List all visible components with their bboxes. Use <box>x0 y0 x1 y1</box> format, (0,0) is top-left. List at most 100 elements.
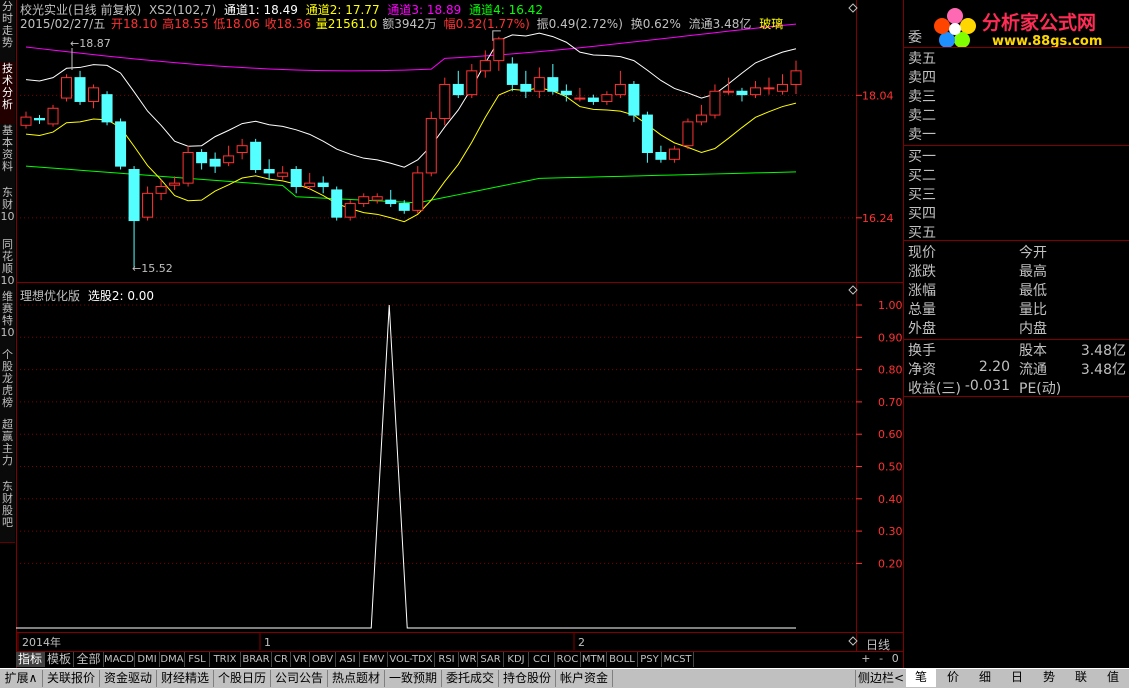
indicator-tab-vr[interactable]: VR <box>291 652 310 667</box>
function-button-7[interactable]: 一致预期 <box>385 670 442 687</box>
left-tab-7[interactable]: 超赢主力 <box>0 418 15 481</box>
indicator-tab-cci[interactable]: CCI <box>529 652 555 667</box>
right-tab-3[interactable]: 日 <box>1002 668 1032 687</box>
scroll-diamond-icon[interactable] <box>848 3 858 13</box>
candle[interactable] <box>236 138 248 160</box>
candle[interactable] <box>709 84 721 119</box>
candle[interactable] <box>682 118 694 150</box>
indicator-tab-rsi[interactable]: RSI <box>435 652 459 667</box>
indicator-tab-emv[interactable]: EMV <box>360 652 388 667</box>
function-button-4[interactable]: 个股日历 <box>214 670 271 687</box>
left-tab-4[interactable]: 同花顺10 <box>0 238 15 291</box>
period-label[interactable]: 日线 <box>866 636 890 653</box>
kline-chart[interactable]: 18.04 16.24 ←18.87 ←15.52 1.00 0.90 0.80 0.70 0.… <box>16 0 903 652</box>
candle[interactable] <box>169 176 181 190</box>
right-tab-0[interactable]: 笔 <box>906 668 936 687</box>
left-tab-1[interactable]: 技术分析 <box>0 62 15 125</box>
indicator-tab-macd[interactable]: MACD <box>104 652 135 667</box>
candle[interactable] <box>371 193 383 204</box>
candle[interactable] <box>74 70 86 105</box>
candle[interactable] <box>614 70 626 99</box>
candle[interactable] <box>749 81 761 99</box>
candle[interactable] <box>209 152 221 173</box>
candle[interactable] <box>142 186 154 221</box>
indicator-tab-sar[interactable]: SAR <box>478 652 504 667</box>
candle[interactable] <box>61 74 73 102</box>
candle[interactable] <box>452 70 464 99</box>
candle[interactable] <box>520 70 532 99</box>
candle[interactable] <box>88 84 100 109</box>
candle[interactable] <box>776 74 788 95</box>
indicator-tab-vol-tdx[interactable]: VOL-TDX <box>388 652 435 667</box>
right-tab-1[interactable]: 价 <box>938 668 968 687</box>
candle[interactable] <box>790 60 802 94</box>
indicator-tab-asi[interactable]: ASI <box>336 652 360 667</box>
candle[interactable] <box>128 166 140 267</box>
candle[interactable] <box>263 159 275 180</box>
scroll-diamond-icon[interactable] <box>848 285 858 295</box>
candle[interactable] <box>655 145 667 163</box>
candle[interactable] <box>331 186 343 221</box>
candle[interactable] <box>736 87 748 102</box>
candle[interactable] <box>20 111 32 129</box>
candle[interactable] <box>547 64 559 95</box>
candle[interactable] <box>115 118 127 170</box>
candle[interactable] <box>439 77 451 126</box>
left-tab-2[interactable]: 基本资料 <box>0 124 15 187</box>
indicator-tab-指标[interactable]: 指标 <box>16 652 45 667</box>
candle[interactable] <box>695 104 707 126</box>
function-button-1[interactable]: 关联报价 <box>43 670 100 687</box>
candle[interactable] <box>277 166 289 180</box>
right-tab-4[interactable]: 势 <box>1034 668 1064 687</box>
candle[interactable] <box>290 166 302 194</box>
left-tab-3[interactable]: 东财10 <box>0 186 15 239</box>
candle[interactable] <box>425 111 437 177</box>
indicator-tab-wr[interactable]: WR <box>459 652 478 667</box>
indicator-tab-dmi[interactable]: DMI <box>135 652 160 667</box>
function-button-3[interactable]: 财经精选 <box>157 670 214 687</box>
indicator-tab-fsl[interactable]: FSL <box>185 652 210 667</box>
indicator-tab-roc[interactable]: ROC <box>555 652 581 667</box>
candle[interactable] <box>412 166 424 214</box>
candle[interactable] <box>34 115 46 124</box>
left-tab-5[interactable]: 维赛特10 <box>0 290 15 349</box>
indicator-tab-dma[interactable]: DMA <box>160 652 185 667</box>
indicator-tab-obv[interactable]: OBV <box>310 652 336 667</box>
candle[interactable] <box>155 179 167 201</box>
function-button-6[interactable]: 热点题材 <box>328 670 385 687</box>
candle[interactable] <box>182 145 194 187</box>
candle[interactable] <box>479 50 491 78</box>
candle[interactable] <box>47 104 59 127</box>
candle[interactable] <box>101 91 113 126</box>
left-tab-0[interactable]: 分时走势 <box>0 0 15 63</box>
function-button-2[interactable]: 资金驱动 <box>100 670 157 687</box>
function-button-5[interactable]: 公司公告 <box>271 670 328 687</box>
function-button-9[interactable]: 持仓股份 <box>499 670 556 687</box>
candle[interactable] <box>493 36 505 71</box>
candle[interactable] <box>385 189 397 207</box>
indicator-tab-全部[interactable]: 全部 <box>74 652 104 667</box>
candle[interactable] <box>668 145 680 163</box>
indicator-tab-psy[interactable]: PSY <box>638 652 662 667</box>
candle[interactable] <box>223 145 235 167</box>
candle[interactable] <box>601 91 613 105</box>
candle[interactable] <box>587 94 599 105</box>
candle[interactable] <box>574 87 586 102</box>
candle[interactable] <box>641 111 653 163</box>
function-button-10[interactable]: 帐户资金 <box>556 670 613 687</box>
left-tab-6[interactable]: 个股龙虎榜 <box>0 348 15 419</box>
candle[interactable] <box>196 149 208 170</box>
indicator-tab-mtm[interactable]: MTM <box>581 652 607 667</box>
scroll-diamond-icon[interactable] <box>848 636 858 646</box>
function-button-0[interactable]: 扩展∧ <box>0 670 43 687</box>
candle[interactable] <box>358 193 370 207</box>
indicator-tab-trix[interactable]: TRIX <box>210 652 241 667</box>
indicator-tab-kdj[interactable]: KDJ <box>504 652 529 667</box>
candle[interactable] <box>466 64 478 99</box>
candle[interactable] <box>506 57 518 92</box>
right-tab-5[interactable]: 联 <box>1066 668 1096 687</box>
left-tab-8[interactable]: 东财股吧 <box>0 480 15 543</box>
candle[interactable] <box>763 77 775 95</box>
sidebar-toggle-button[interactable]: 侧边栏< <box>855 670 907 687</box>
function-button-8[interactable]: 委托成交 <box>442 670 499 687</box>
